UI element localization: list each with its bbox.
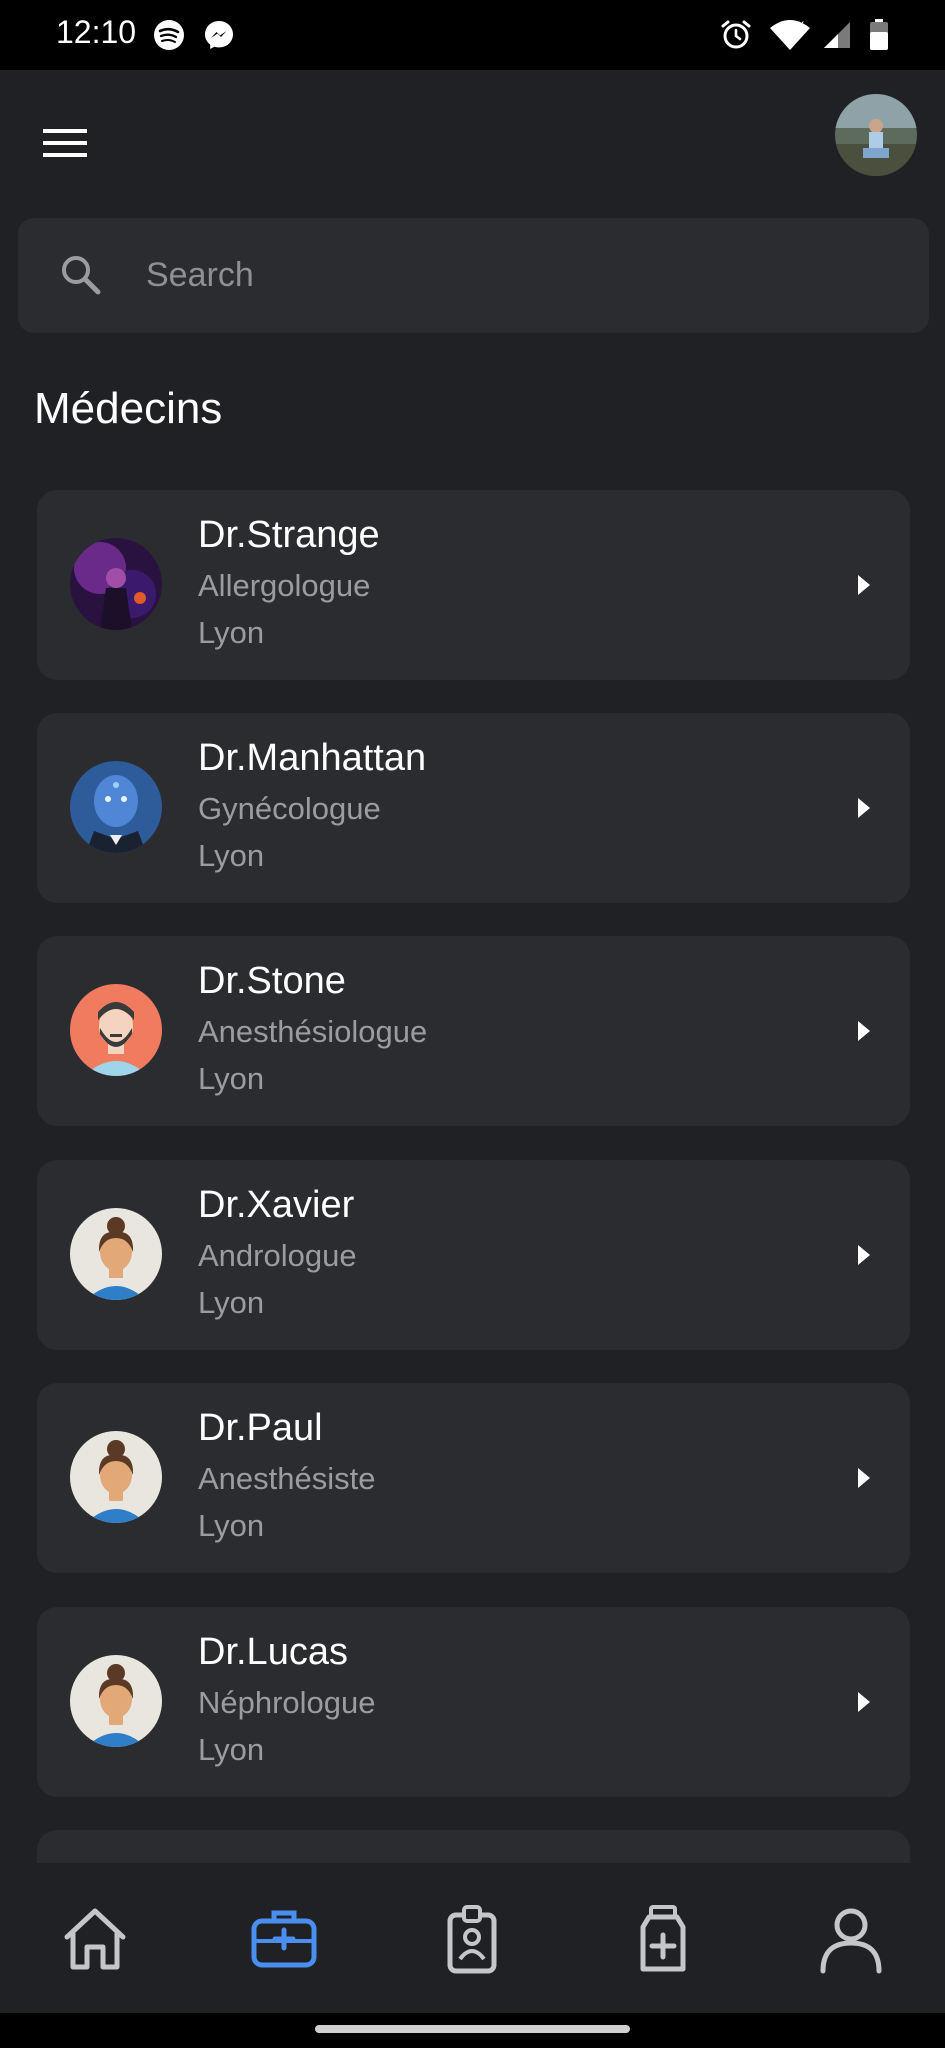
chevron-right-icon: [858, 575, 870, 595]
doctor-city: Lyon: [198, 1285, 265, 1320]
status-bar: 12:10 x: [0, 0, 945, 70]
doctor-illustration: [70, 984, 162, 1076]
hamburger-menu-icon: [43, 129, 87, 157]
doctor-city: Lyon: [198, 1508, 265, 1543]
doctor-avatar: [70, 538, 162, 630]
section-title: Médecins: [34, 384, 223, 433]
doctor-illustration: [70, 1655, 162, 1747]
medicine-bottle-icon[interactable]: [627, 1903, 699, 1975]
profile-icon[interactable]: [815, 1903, 887, 1975]
medical-kit-icon[interactable]: [248, 1903, 320, 1975]
doctor-specialty: Allergologue: [198, 568, 371, 603]
chevron-right-icon: [858, 1468, 870, 1488]
doctor-specialty: Anesthésiologue: [198, 1014, 428, 1049]
doctor-name: Dr.Lucas: [198, 1631, 348, 1673]
chevron-right-icon: [858, 798, 870, 818]
search-bar[interactable]: [18, 218, 929, 333]
doctor-specialty: Andrologue: [198, 1238, 357, 1273]
doctor-card[interactable]: Dr.Xavier Andrologue Lyon: [37, 1160, 910, 1350]
doctor-avatar: [70, 1655, 162, 1747]
doctor-illustration: [70, 1208, 162, 1300]
doctor-name: Dr.Stone: [198, 960, 346, 1002]
doctor-specialty: Néphrologue: [198, 1685, 376, 1720]
app-screen: Médecins Dr.Strange Allergologue Lyon: [0, 70, 945, 1870]
doctor-name: Dr.Strange: [198, 514, 380, 556]
gesture-bar-area: [0, 2013, 945, 2048]
doctor-card[interactable]: Dr.Strange Allergologue Lyon: [37, 490, 910, 680]
badge-icon[interactable]: [436, 1903, 508, 1975]
chevron-right-icon: [858, 1245, 870, 1265]
signal-icon: [824, 22, 850, 48]
doctor-card[interactable]: Dr.Lucas Néphrologue Lyon: [37, 1607, 910, 1797]
doctor-card[interactable]: Dr.Paul Anesthésiste Lyon: [37, 1383, 910, 1573]
doctor-avatar: [70, 761, 162, 853]
doctor-city: Lyon: [198, 615, 265, 650]
search-input[interactable]: [144, 244, 888, 306]
doctor-name: Dr.Paul: [198, 1407, 323, 1449]
chevron-right-icon: [858, 1692, 870, 1712]
doctor-avatar: [70, 1208, 162, 1300]
doctor-avatar: [70, 1431, 162, 1523]
home-icon[interactable]: [59, 1903, 131, 1975]
doctor-avatar: [70, 984, 162, 1076]
doctor-name: Dr.Manhattan: [198, 737, 427, 779]
doctor-illustration: [70, 1431, 162, 1523]
doctor-specialty: Gynécologue: [198, 791, 381, 826]
doctor-specialty: Anesthésiste: [198, 1461, 376, 1496]
bottom-nav: [0, 1863, 945, 2013]
doctor-city: Lyon: [198, 1732, 265, 1767]
doctor-name: Dr.Xavier: [198, 1184, 355, 1226]
doctor-card[interactable]: Dr.Stone Anesthésiologue Lyon: [37, 936, 910, 1126]
alarm-icon: [721, 20, 751, 49]
avatar-image: [835, 94, 917, 176]
chevron-right-icon: [858, 1021, 870, 1041]
wifi-icon: x: [770, 18, 810, 50]
menu-button[interactable]: [40, 118, 90, 168]
doctor-city: Lyon: [198, 838, 265, 873]
doctor-photo: [70, 761, 162, 853]
search-icon: [62, 256, 101, 295]
status-time: 12:10: [56, 14, 137, 50]
user-avatar[interactable]: [835, 94, 917, 176]
gesture-handle[interactable]: [315, 2025, 630, 2033]
svg-text:x: x: [798, 18, 804, 31]
battery-icon: [870, 19, 888, 50]
doctor-city: Lyon: [198, 1061, 265, 1096]
doctor-card[interactable]: Dr.Manhattan Gynécologue Lyon: [37, 713, 910, 903]
spotify-icon: [154, 20, 184, 50]
doctor-photo: [70, 538, 162, 630]
messenger-icon: [205, 21, 233, 49]
